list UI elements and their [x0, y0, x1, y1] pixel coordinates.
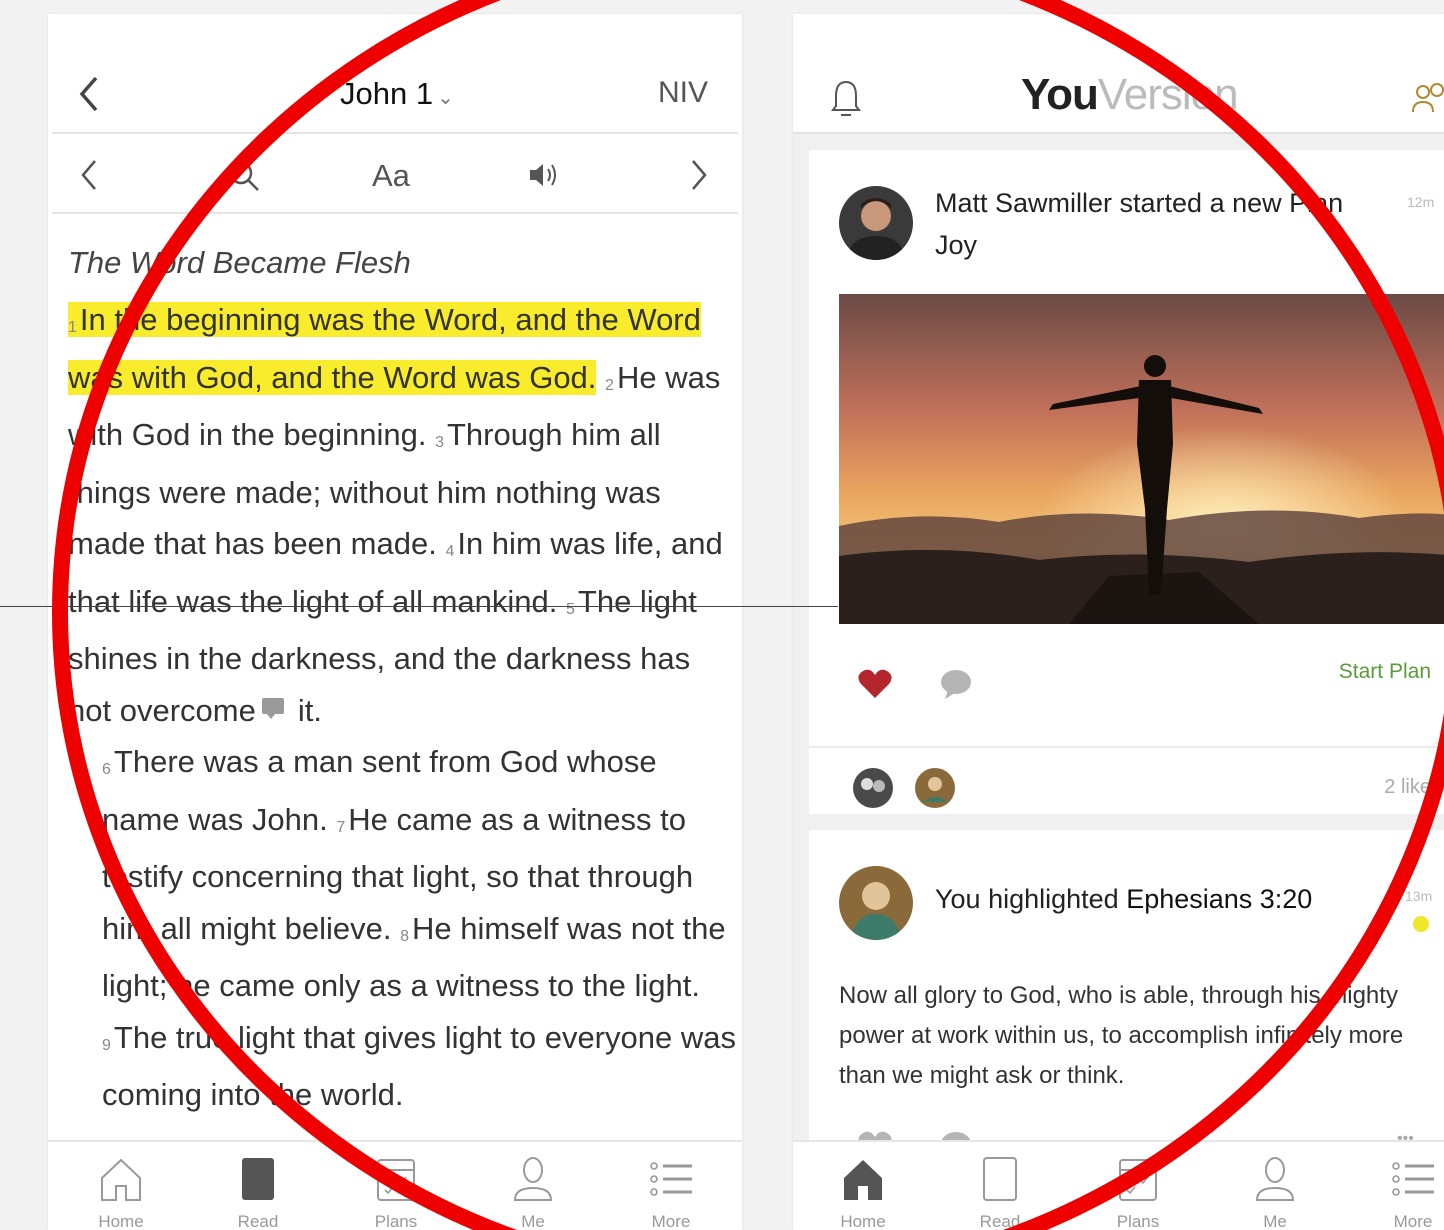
footnote-icon[interactable]	[261, 698, 284, 720]
verse-number: 1	[68, 319, 77, 336]
card-divider	[809, 746, 1444, 748]
next-chapter-button[interactable]	[688, 158, 710, 198]
notifications-button[interactable]	[831, 78, 861, 123]
verse-number: 2	[605, 376, 614, 394]
back-button[interactable]	[76, 74, 102, 122]
timestamp: 12m	[1407, 194, 1435, 210]
home-icon	[844, 1160, 882, 1200]
chevron-left-icon	[79, 76, 98, 112]
tab-more[interactable]: More	[616, 1154, 726, 1230]
book-icon	[983, 1157, 1017, 1201]
book-icon	[242, 1158, 274, 1200]
header-divider	[52, 132, 738, 134]
toolbar-divider	[52, 212, 738, 214]
bottom-tab-bar: Home Read Plans Me More	[48, 1140, 742, 1230]
plan-activity-card: Matt Sawmiller started a new Plan Joy 12…	[809, 150, 1444, 814]
reader-header: John 1 ⌄ NIV	[48, 14, 742, 132]
chevron-right-icon	[692, 160, 707, 190]
speaker-icon	[530, 164, 556, 186]
scripture-text: The Word Became Flesh 1In the beginning …	[68, 240, 738, 1121]
liker-avatars[interactable]	[851, 764, 961, 817]
timestamp: 13m	[1405, 888, 1433, 904]
verse-text[interactable]: it.	[298, 693, 322, 728]
chapter-label: John 1	[340, 76, 434, 111]
post-title: Matt Sawmiller started a new Plan	[935, 188, 1344, 218]
comment-bubble-icon	[941, 670, 971, 699]
bottom-tab-bar: Home Read Plans Me More	[793, 1140, 1444, 1230]
verse-text[interactable]: The true light that gives light to every…	[102, 1020, 736, 1113]
verse-number: 7	[336, 818, 346, 836]
verse-number: 8	[400, 927, 409, 945]
verse-number: 3	[435, 434, 444, 451]
calendar-check-icon	[1119, 1159, 1157, 1201]
list-icon	[650, 1162, 692, 1196]
user-photo-icon	[839, 186, 913, 260]
font-settings-button[interactable]: Aa	[372, 160, 410, 191]
people-icon	[1412, 83, 1444, 113]
chapter-selector[interactable]: John 1 ⌄	[340, 76, 454, 112]
tab-plans[interactable]: Plans	[341, 1154, 451, 1230]
verse-number: 5	[566, 600, 575, 618]
audio-button[interactable]	[526, 158, 562, 198]
paragraph-1: 1In the beginning was the Word, and the …	[68, 294, 738, 736]
search-button[interactable]	[226, 158, 262, 200]
calendar-check-icon	[377, 1159, 415, 1201]
person-icon	[1255, 1157, 1295, 1201]
list-icon	[1392, 1162, 1434, 1196]
tab-me[interactable]: Me	[1220, 1154, 1330, 1230]
home-feed-screen: YouVersion Matt Sawmiller started a new …	[793, 14, 1444, 1230]
comment-button[interactable]	[939, 668, 973, 705]
plan-name[interactable]: Joy	[935, 224, 977, 266]
tab-read[interactable]: Read	[945, 1154, 1055, 1230]
tab-read[interactable]: Read	[203, 1154, 313, 1230]
bible-reader-screen: John 1 ⌄ NIV Aa The Word Became Flesh 1In…	[48, 14, 742, 1230]
avatar[interactable]	[839, 186, 913, 260]
tab-more[interactable]: More	[1358, 1154, 1444, 1230]
start-plan-button[interactable]: Start Plan	[1339, 660, 1431, 684]
sunset-silhouette-image	[839, 294, 1444, 624]
verse-number: 9	[102, 1036, 111, 1054]
chevron-left-icon	[81, 160, 96, 190]
paragraph-3: 9The true light that gives light to ever…	[68, 1012, 738, 1121]
like-button[interactable]	[857, 668, 893, 705]
plan-image[interactable]	[839, 294, 1444, 624]
tab-home[interactable]: Home	[808, 1154, 918, 1230]
like-count[interactable]: 2 likes	[1384, 776, 1441, 799]
heart-icon	[858, 669, 892, 698]
app-logo: YouVersion	[1021, 70, 1239, 119]
avatar[interactable]	[839, 866, 913, 940]
version-selector[interactable]: NIV	[658, 76, 708, 110]
previous-chapter-button[interactable]	[78, 158, 100, 198]
user-photo-icon	[839, 866, 913, 940]
verse-number: 4	[445, 543, 455, 560]
chevron-down-icon: ⌄	[437, 87, 454, 109]
verse-number: 6	[102, 761, 111, 778]
tab-home[interactable]: Home	[66, 1154, 176, 1230]
verse-reference[interactable]: Ephesians 3:20	[1126, 884, 1312, 914]
horizontal-rule	[0, 606, 838, 607]
home-icon	[101, 1158, 141, 1201]
search-icon	[229, 161, 259, 191]
liker-avatar-icon	[853, 768, 955, 808]
highlighted-verse-text[interactable]: Now all glory to God, who is able, throu…	[839, 976, 1439, 1096]
tab-me[interactable]: Me	[478, 1154, 588, 1230]
feed-header: YouVersion	[793, 14, 1444, 134]
section-heading: The Word Became Flesh	[68, 245, 411, 280]
bell-icon	[831, 80, 861, 116]
post-title: You highlighted Ephesians 3:20	[935, 884, 1313, 914]
paragraph-2: 6There was a man sent from God whose nam…	[68, 736, 738, 1012]
highlight-color-dot	[1413, 916, 1429, 932]
friends-button[interactable]	[1411, 78, 1444, 123]
tab-plans[interactable]: Plans	[1083, 1154, 1193, 1230]
person-icon	[513, 1157, 553, 1201]
